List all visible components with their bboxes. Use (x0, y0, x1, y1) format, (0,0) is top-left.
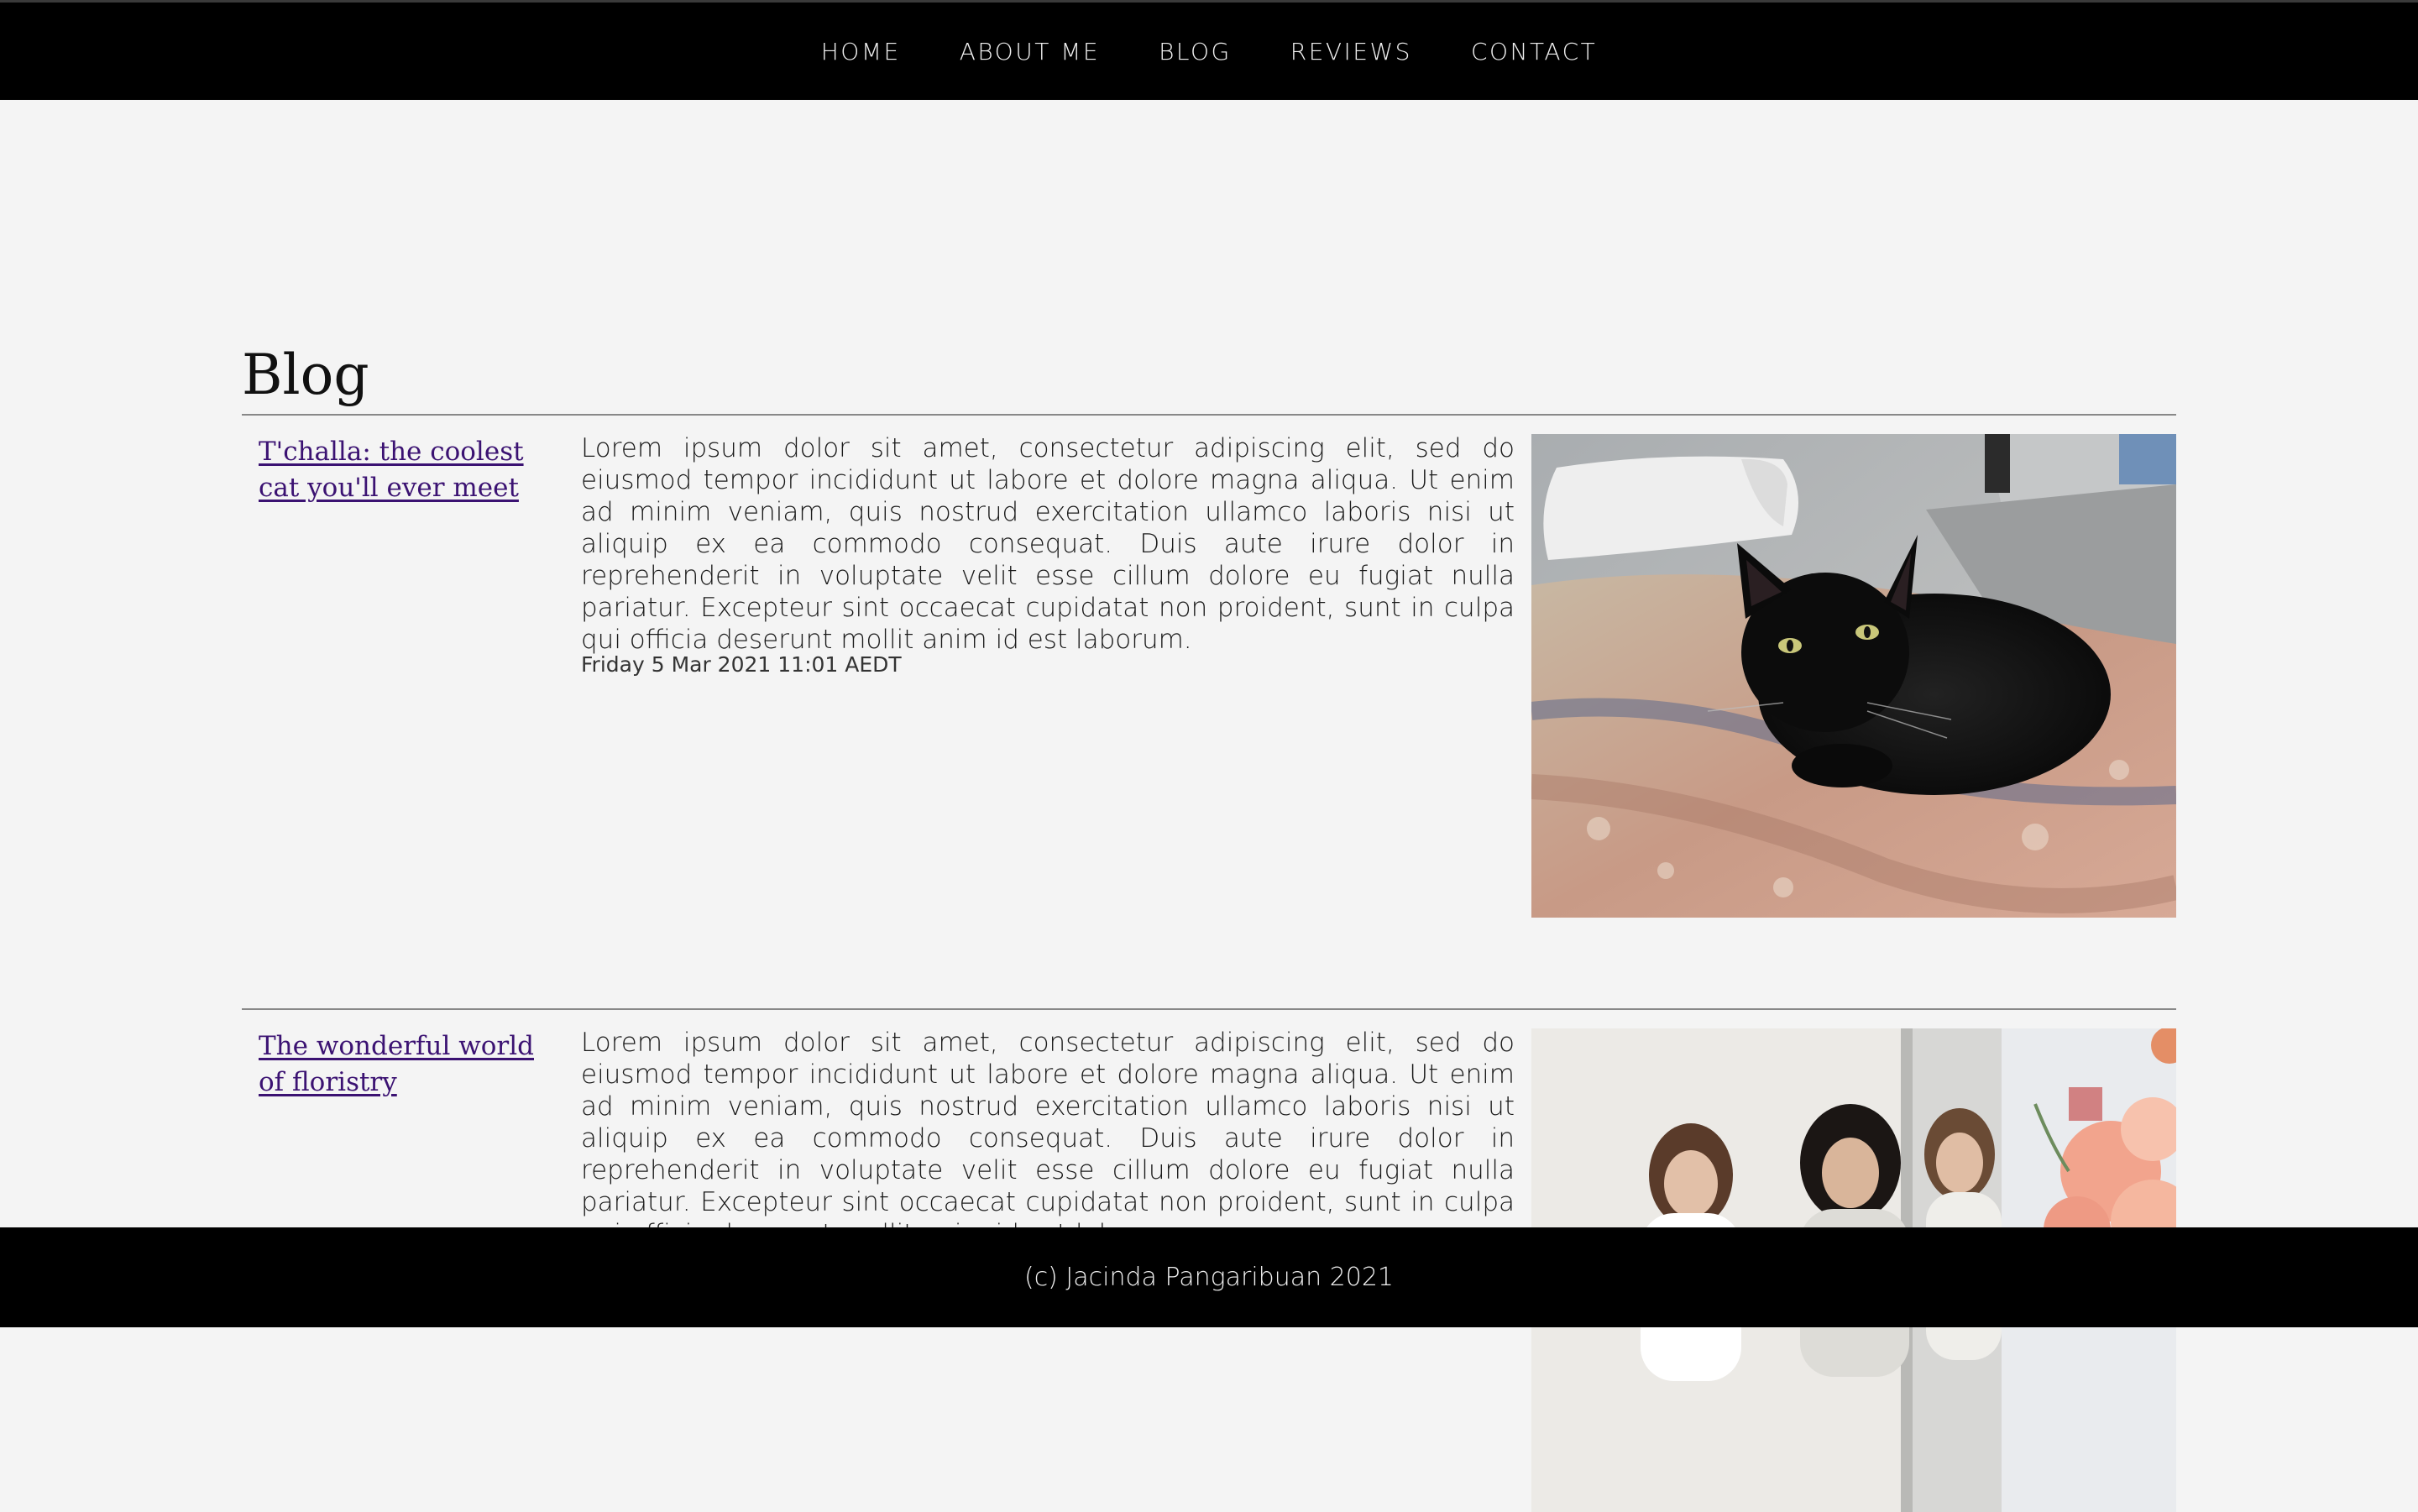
top-navigation: HOME ABOUT ME BLOG REVIEWS CONTACT (0, 0, 2418, 100)
post-excerpt: Lorem ipsum dolor sit amet, consectetur … (581, 433, 1515, 655)
nav-reviews[interactable]: REVIEWS (1290, 38, 1412, 65)
nav-home[interactable]: HOME (821, 38, 901, 65)
nav-blog[interactable]: BLOG (1159, 38, 1232, 65)
page-title: Blog (242, 343, 369, 407)
footer-copyright: (c) Jacinda Pangaribuan 2021 (1023, 1263, 1394, 1292)
footer: (c) Jacinda Pangaribuan 2021 (0, 1227, 2418, 1327)
post-date: Friday 5 Mar 2021 11:01 AEDT (581, 652, 902, 677)
post-title-link[interactable]: The wonderful world of floristry (259, 1028, 552, 1101)
post-excerpt: Lorem ipsum dolor sit amet, consectetur … (581, 1028, 1515, 1249)
blog-post: T'challa: the coolest cat you'll ever me… (242, 414, 2176, 1006)
nav-contact[interactable]: CONTACT (1471, 38, 1597, 65)
post-title-link[interactable]: T'challa: the coolest cat you'll ever me… (259, 434, 552, 506)
nav-about-me[interactable]: ABOUT ME (960, 38, 1100, 65)
black-cat-on-bed-photo (1531, 434, 2176, 918)
